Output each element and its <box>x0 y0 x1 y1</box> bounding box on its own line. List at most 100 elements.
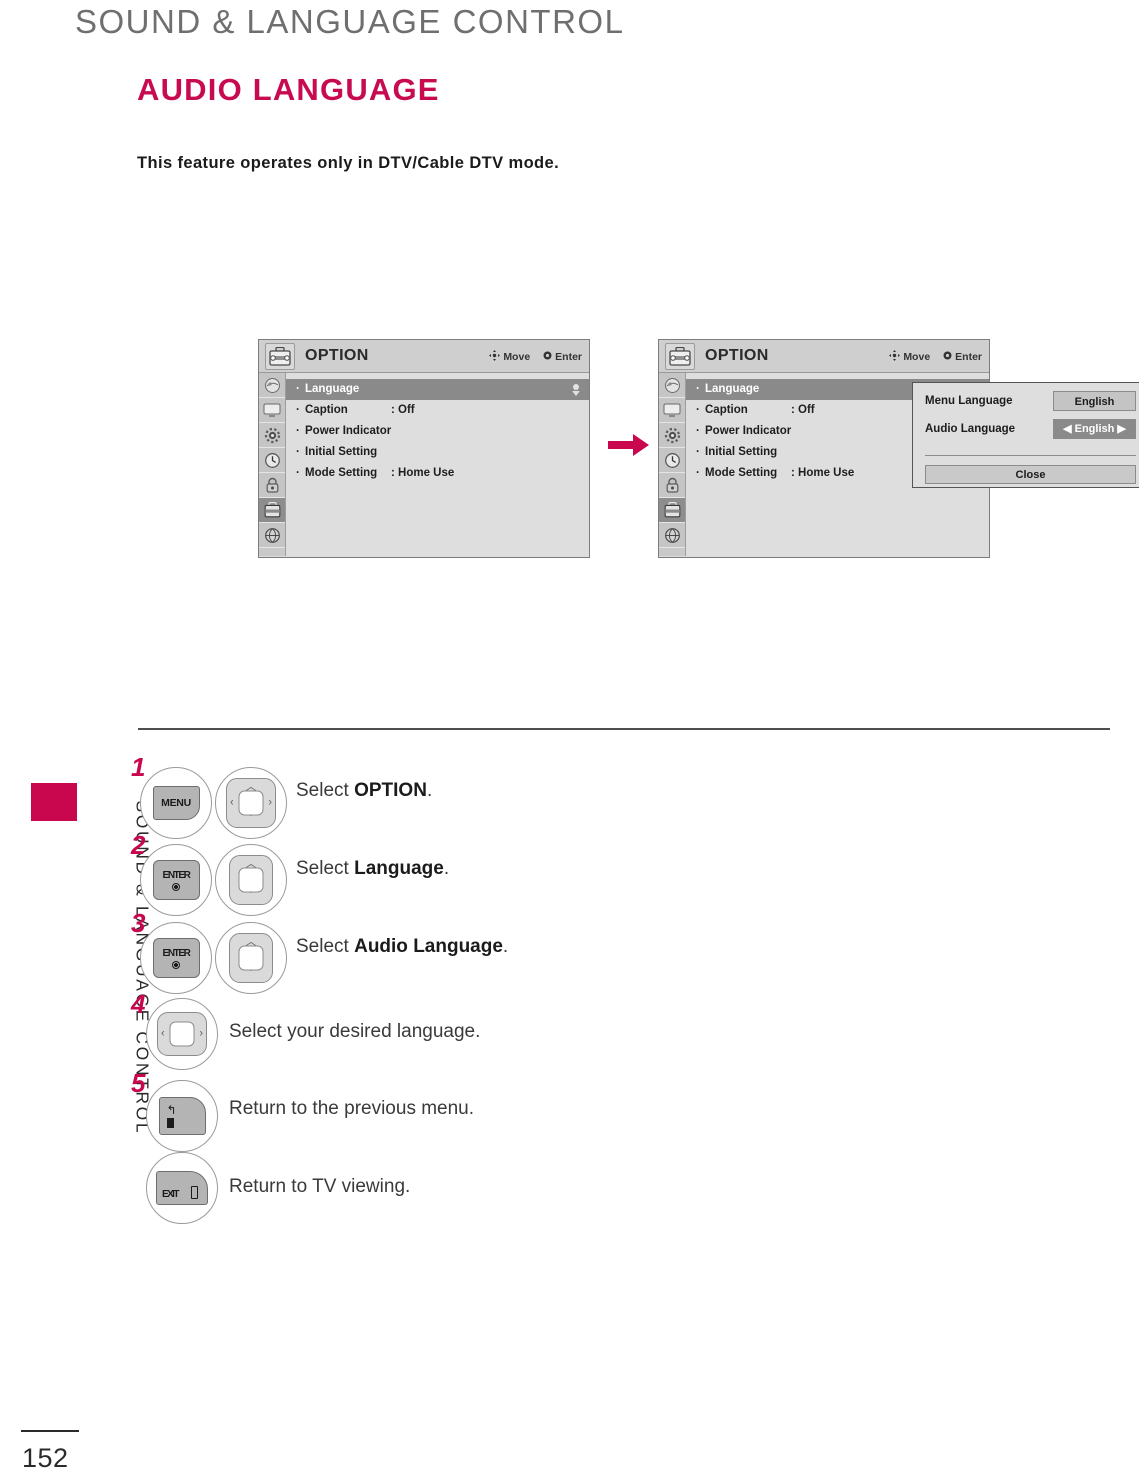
chapter-title: SOUND & LANGUAGE CONTROL <box>75 3 625 40</box>
osd-menu-list: · Language · Caption : Off · Power Indicato… <box>286 373 589 556</box>
scroll-down-indicator-icon[interactable] <box>571 382 581 397</box>
nav-pad[interactable]: ︿ ﹀ ‹ › <box>226 778 276 828</box>
step-number-1: 1 <box>131 752 146 782</box>
exit-button[interactable]: EXIT <box>146 1152 218 1224</box>
step-2-prefix: Select <box>296 858 355 879</box>
audio-language-value-stepper[interactable]: ◀ English ▶ <box>1053 419 1136 439</box>
popup-divider <box>925 455 1136 456</box>
audio-gear-icon[interactable] <box>259 423 285 448</box>
lock-icon[interactable] <box>659 473 685 498</box>
picture-icon[interactable] <box>259 373 285 398</box>
osd-panel-option-with-popup: OPTION Move Enter · Language · Caption:… <box>658 339 1139 558</box>
bullet-mark: · <box>696 404 700 416</box>
move-label: Move <box>903 351 931 363</box>
bullet-mark: · <box>296 467 300 479</box>
menu-item-initial-setting[interactable]: · Initial Setting <box>286 442 589 463</box>
nav-pad[interactable]: ‹ › <box>157 1012 207 1056</box>
right-arrow-icon <box>608 432 650 463</box>
navigation-pad-leftright-button[interactable]: ‹ › <box>146 998 218 1070</box>
page-number: 152 <box>22 1443 69 1473</box>
menu-item-label: Mode Setting <box>305 467 378 479</box>
back-button[interactable]: ↰ <box>146 1080 218 1152</box>
menu-item-label: Power Indicator <box>705 425 792 437</box>
nav-pad[interactable]: ︿ ﹀ <box>229 855 273 905</box>
close-button[interactable]: Close <box>925 465 1136 484</box>
menu-item-language[interactable]: · Language <box>286 379 589 400</box>
step-1-prefix: Select <box>296 780 355 801</box>
nav-pad-center[interactable] <box>169 1021 195 1047</box>
enter-key-label: ENTER <box>162 947 191 959</box>
picture-icon[interactable] <box>659 373 685 398</box>
step-3-suffix: . <box>502 936 509 957</box>
menu-button[interactable]: MENU <box>140 767 212 839</box>
enter-button[interactable]: ENTER <box>140 922 212 994</box>
menu-language-value[interactable]: English <box>1053 391 1136 411</box>
osd-header: OPTION Move Enter <box>659 340 989 373</box>
bullet-mark: · <box>296 425 300 437</box>
step-number-3: 3 <box>131 908 146 938</box>
exit-key: EXIT <box>156 1171 208 1205</box>
page-title: AUDIO LANGUAGE <box>137 72 440 107</box>
move-label: Move <box>503 351 531 363</box>
osd-title: OPTION <box>305 347 369 364</box>
menu-item-value: : Home Use <box>391 467 455 479</box>
nav-pad-center[interactable] <box>238 790 264 816</box>
back-arrow-icon: ↰ <box>166 1103 177 1117</box>
audio-gear-icon[interactable] <box>659 423 685 448</box>
menu-item-label: Initial Setting <box>705 446 778 458</box>
bullet-mark: · <box>696 383 700 395</box>
steps-divider <box>138 728 1110 730</box>
enter-dot-icon <box>543 351 552 363</box>
menu-item-value: : Home Use <box>791 467 855 479</box>
screen-icon[interactable] <box>659 398 685 423</box>
enter-button[interactable]: ENTER <box>140 844 212 916</box>
screen-icon[interactable] <box>259 398 285 423</box>
option-toolbox-icon[interactable] <box>659 498 685 523</box>
menu-item-mode-setting[interactable]: · Mode Setting : Home Use <box>286 463 589 484</box>
lock-icon[interactable] <box>259 473 285 498</box>
back-square-icon <box>166 1118 174 1128</box>
osd-icon-rail <box>659 373 686 556</box>
enter-label: Enter <box>955 351 982 363</box>
bullet-mark: · <box>696 467 700 479</box>
nav-pad-center[interactable] <box>238 867 264 893</box>
menu-item-label: Initial Setting <box>305 446 378 458</box>
osd-title: OPTION <box>705 347 769 364</box>
bullet-mark: · <box>696 425 700 437</box>
time-clock-icon[interactable] <box>659 448 685 473</box>
menu-item-label: Caption <box>705 404 748 416</box>
menu-item-power-indicator[interactable]: · Power Indicator <box>286 421 589 442</box>
osd-panel-option: OPTION Move Enter · Language · Caption:… <box>258 339 590 558</box>
osd-body: · Language · Caption : Off · Power Indicato… <box>259 373 589 556</box>
nav-pad-center[interactable] <box>238 945 264 971</box>
menu-item-label: Caption <box>305 404 348 416</box>
osd-hints: Move Enter <box>880 350 982 364</box>
navigation-pad-4way-button[interactable]: ︿ ﹀ ‹ › <box>215 767 287 839</box>
exit-bar-icon <box>191 1186 198 1199</box>
nav-pad[interactable]: ︿ ﹀ <box>229 933 273 983</box>
enter-dot-icon <box>172 882 180 891</box>
page-number-rule <box>21 1430 79 1432</box>
menu-item-label: Language <box>705 383 760 395</box>
network-globe-icon[interactable] <box>259 523 285 548</box>
move-dpad-icon <box>489 350 501 364</box>
side-tab-accent-block <box>31 783 77 821</box>
exit-key-label: EXIT <box>162 1189 179 1200</box>
popup-row-audio-language: Audio Language ◀ English ▶ <box>913 415 1139 443</box>
enter-key: ENTER <box>152 860 200 900</box>
option-toolbox-icon[interactable] <box>259 498 285 523</box>
time-clock-icon[interactable] <box>259 448 285 473</box>
network-globe-icon[interactable] <box>659 523 685 548</box>
menu-item-label: Mode Setting <box>705 467 778 479</box>
navigation-pad-updown-button[interactable]: ︿ ﹀ <box>215 922 287 994</box>
language-popup-dialog: Menu Language English Audio Language ◀ E… <box>912 382 1139 488</box>
intro-paragraph: This feature operates only in DTV/Cable … <box>137 154 560 172</box>
enter-key: ENTER <box>152 938 200 978</box>
step-2-suffix: . <box>443 858 450 879</box>
menu-item-caption[interactable]: · Caption : Off <box>286 400 589 421</box>
menu-language-label: Menu Language <box>925 395 1013 407</box>
bullet-mark: · <box>696 446 700 458</box>
navigation-pad-updown-button[interactable]: ︿ ﹀ <box>215 844 287 916</box>
menu-item-value: : Off <box>391 404 415 416</box>
osd-header: OPTION Move Enter <box>259 340 589 373</box>
